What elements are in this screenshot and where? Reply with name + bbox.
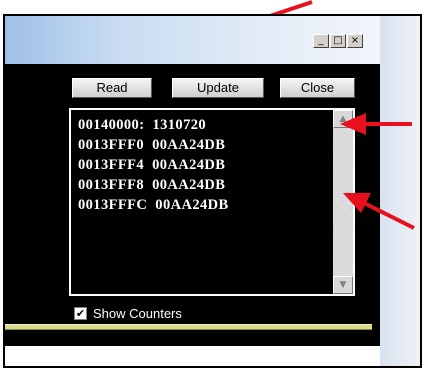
list-item: 0013FFFC 00AA24DB	[78, 197, 229, 213]
list-item: 0013FFF0 00AA24DB	[78, 137, 226, 153]
read-button[interactable]: Read	[72, 78, 152, 98]
show-counters-label: Show Counters	[93, 306, 182, 321]
window-controls: _ □ ×	[313, 34, 363, 48]
vertical-scrollbar[interactable]: ▲ ▼	[333, 110, 353, 294]
scroll-down-button[interactable]: ▼	[333, 276, 353, 294]
close-window-button[interactable]: ×	[347, 34, 363, 48]
show-counters-row[interactable]: ✔ Show Counters	[74, 306, 182, 321]
maximize-button[interactable]: □	[330, 34, 346, 48]
list-item: 0013FFF4 00AA24DB	[78, 157, 226, 173]
close-icon: ×	[350, 35, 360, 46]
close-button[interactable]: Close	[280, 78, 355, 98]
show-counters-checkbox[interactable]: ✔	[74, 307, 87, 320]
memory-dump-list[interactable]: 00140000: 1310720 0013FFF0 00AA24DB 0013…	[69, 108, 355, 296]
chevron-up-icon: ▲	[339, 114, 347, 124]
dump-rows: 00140000: 1310720 0013FFF0 00AA24DB 0013…	[78, 115, 229, 215]
desktop-background	[380, 16, 420, 366]
minimize-button[interactable]: _	[313, 34, 329, 48]
maximize-icon: □	[333, 35, 343, 46]
list-item: 00140000: 1310720	[78, 117, 207, 133]
minimize-icon: _	[318, 35, 324, 46]
checkmark-icon: ✔	[75, 307, 86, 320]
scroll-up-button[interactable]: ▲	[333, 110, 353, 128]
update-button[interactable]: Update	[172, 78, 264, 98]
progress-bar	[5, 324, 372, 330]
list-item: 0013FFF8 00AA24DB	[78, 177, 226, 193]
chevron-down-icon: ▼	[339, 280, 347, 290]
